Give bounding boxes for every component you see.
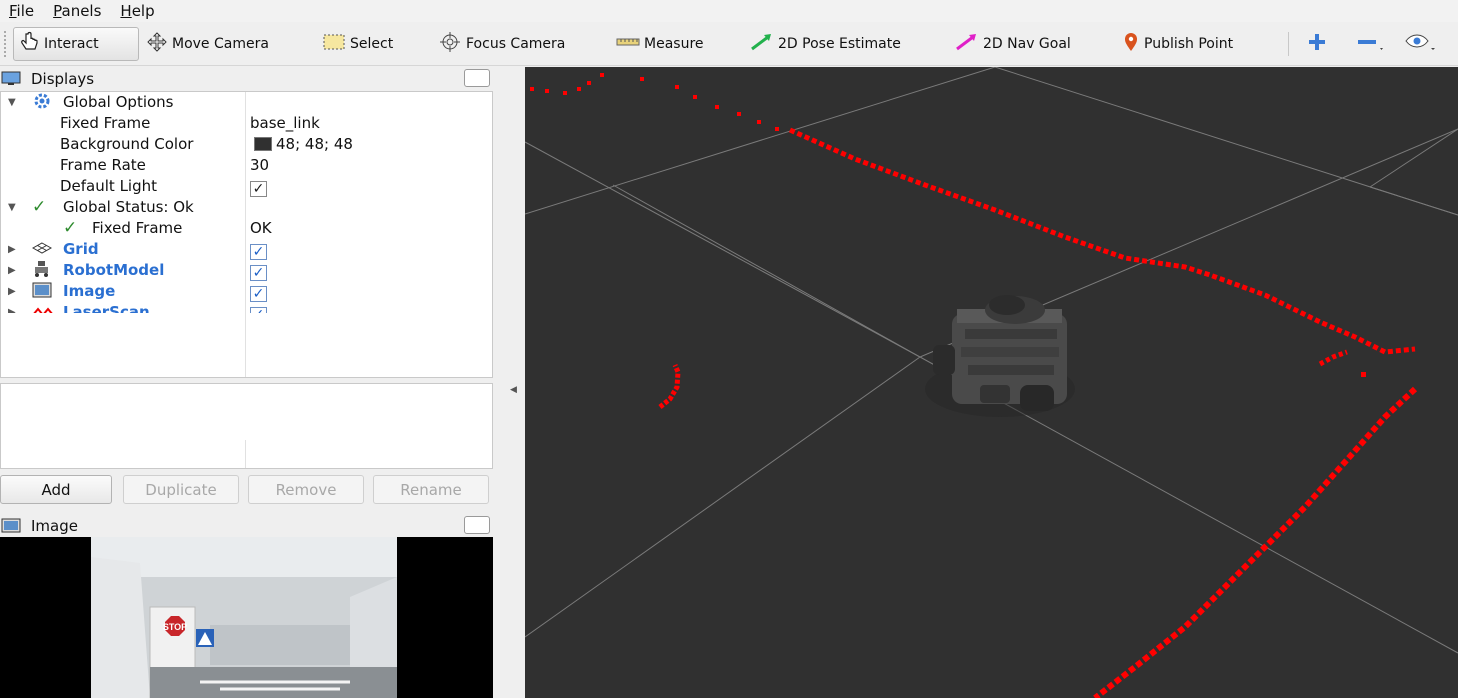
default-light-checkbox[interactable]: ✓ (250, 181, 267, 197)
grid-checkbox[interactable]: ✓ (250, 244, 267, 260)
menu-bar: File Panels Help (0, 0, 1458, 22)
remove-button[interactable]: Remove (248, 475, 364, 504)
gear-icon (33, 92, 51, 113)
expand-right-arrow-icon[interactable]: ▶ (8, 239, 16, 260)
tree-row-background-color[interactable]: Background Color 48; 48; 48 (1, 134, 492, 155)
expand-right-arrow-icon[interactable]: ▶ (8, 260, 16, 281)
hand-pointer-icon (18, 31, 40, 57)
interact-tool-button[interactable]: Interact (13, 27, 139, 61)
displays-undock-button[interactable] (464, 69, 490, 87)
rename-button[interactable]: Rename (373, 475, 489, 504)
tree-row-fixed-frame[interactable]: Fixed Frame base_link (1, 113, 492, 134)
expand-down-arrow-icon[interactable]: ▼ (8, 197, 16, 218)
menu-panels[interactable]: Panels (44, 0, 111, 22)
minus-icon (1356, 31, 1386, 57)
left-dock: Displays ▼ Global Options Fixed Frame ba… (0, 67, 493, 698)
measure-tool-button[interactable]: Measure (616, 27, 704, 61)
displays-tree: ▼ Global Options Fixed Frame base_link B… (0, 91, 493, 378)
toolbar-grip[interactable] (4, 31, 8, 57)
select-tool-button[interactable]: Select (322, 27, 393, 61)
tree-row-robot-model[interactable]: ▶ RobotModel ✓ (1, 260, 492, 281)
dock-splitter[interactable]: ◀ (493, 67, 525, 698)
check-ok-icon: ✓ (32, 197, 47, 217)
focus-crosshair-icon (438, 31, 462, 57)
camera-image-view: STOP (0, 537, 493, 698)
map-pin-icon (1122, 32, 1140, 56)
camera-image: STOP (0, 537, 493, 698)
tree-row-global-status[interactable]: ▼ ✓ Global Status: Ok (1, 197, 492, 218)
duplicate-button[interactable]: Duplicate (123, 475, 239, 504)
remove-tool-button[interactable] (1356, 27, 1386, 61)
menu-file[interactable]: File (0, 0, 44, 22)
tree-row-frame-rate[interactable]: Frame Rate 30 (1, 155, 492, 176)
robot-model-checkbox[interactable]: ✓ (250, 265, 267, 281)
publish-point-tool-button[interactable]: Publish Point (1122, 27, 1233, 61)
plus-icon (1306, 31, 1328, 57)
monitor-icon (1, 71, 21, 85)
color-swatch[interactable] (254, 137, 272, 151)
tree-row-global-options[interactable]: ▼ Global Options (1, 92, 492, 113)
tree-row-status-fixed-frame[interactable]: ✓ Fixed Frame OK (1, 218, 492, 239)
check-ok-icon: ✓ (63, 218, 78, 238)
background-color-value[interactable]: 48; 48; 48 (254, 134, 353, 155)
grid-icon (31, 239, 53, 260)
select-rectangle-icon (322, 33, 346, 55)
pose-estimate-tool-button[interactable]: 2D Pose Estimate (750, 27, 901, 61)
move-camera-tool-button[interactable]: Move Camera (146, 27, 269, 61)
robot-icon (32, 260, 52, 281)
tree-row-image[interactable]: ▶ Image ✓ (1, 281, 492, 302)
tree-row-default-light[interactable]: Default Light ✓ (1, 176, 492, 197)
scene-canvas[interactable] (525, 67, 1458, 698)
add-tool-button[interactable] (1306, 27, 1328, 61)
displays-button-row: Add Duplicate Remove Rename (0, 475, 493, 505)
laser-scan-icon (32, 302, 54, 313)
image-icon (1, 518, 21, 533)
add-button[interactable]: Add (0, 475, 112, 504)
panel-visibility-button[interactable] (1404, 27, 1436, 61)
expand-right-arrow-icon[interactable]: ▶ (8, 281, 16, 302)
image-checkbox[interactable]: ✓ (250, 286, 267, 302)
green-arrow-icon (750, 33, 774, 55)
image-icon (32, 281, 52, 302)
property-description-area (0, 383, 493, 469)
displays-panel-title: Displays (0, 67, 493, 90)
nav-goal-tool-button[interactable]: 2D Nav Goal (955, 27, 1071, 61)
stop-sign-text: STOP (163, 622, 187, 632)
move-camera-icon (146, 31, 168, 57)
expand-right-arrow-icon[interactable]: ▶ (8, 302, 16, 313)
collapse-left-arrow-icon[interactable]: ◀ (510, 385, 517, 395)
tree-row-grid[interactable]: ▶ Grid ✓ (1, 239, 492, 260)
tool-bar: Interact Move Camera Select Focus Camera… (0, 22, 1458, 66)
eye-icon (1404, 31, 1436, 57)
image-undock-button[interactable] (464, 516, 490, 534)
laser-scan-checkbox[interactable]: ✓ (250, 307, 267, 313)
menu-help[interactable]: Help (111, 0, 164, 22)
magenta-arrow-icon (955, 33, 979, 55)
expand-down-arrow-icon[interactable]: ▼ (8, 92, 16, 113)
tree-row-laser-scan[interactable]: ▶ LaserScan ✓ (1, 302, 492, 313)
toolbar-separator (1288, 32, 1289, 56)
ruler-icon (616, 36, 640, 52)
render-view-3d[interactable] (525, 67, 1458, 698)
focus-camera-tool-button[interactable]: Focus Camera (438, 27, 565, 61)
image-panel-title: Image (0, 514, 493, 537)
column-divider (245, 440, 246, 468)
